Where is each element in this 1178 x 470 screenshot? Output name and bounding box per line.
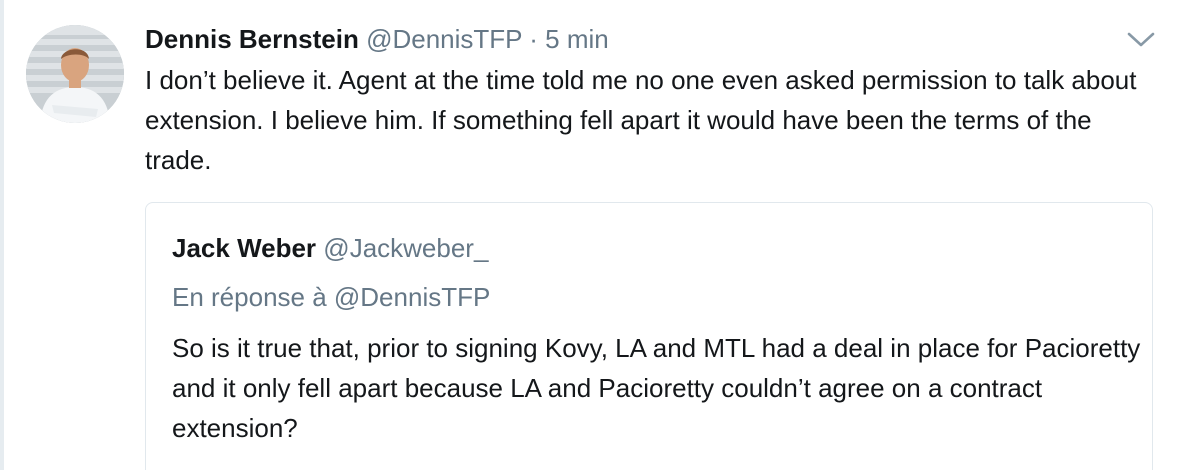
- avatar[interactable]: [26, 25, 124, 123]
- quoted-tweet[interactable]: Jack Weber @Jackweber_ En réponse à @Den…: [145, 202, 1153, 470]
- tweet[interactable]: Dennis Bernstein @DennisTFP · 5 min I do…: [0, 0, 1178, 470]
- quoted-tweet-text: So is it true that, prior to signing Kov…: [172, 333, 1141, 443]
- chevron-down-icon: [1127, 32, 1155, 47]
- reply-context: En réponse à @DennisTFP: [172, 282, 491, 312]
- header-separator: ·: [529, 24, 538, 54]
- quoted-author-handle: @Jackweber_: [323, 233, 489, 263]
- tweet-text: I don’t believe it. Agent at the time to…: [145, 65, 1137, 175]
- profile-photo-icon: [26, 25, 124, 123]
- tweet-menu-button[interactable]: [1124, 28, 1158, 52]
- quoted-author-name: Jack Weber: [172, 233, 317, 263]
- author-name[interactable]: Dennis Bernstein: [145, 24, 359, 54]
- tweet-header: Dennis Bernstein @DennisTFP · 5 min: [145, 22, 609, 56]
- timestamp[interactable]: 5 min: [545, 24, 609, 54]
- quoted-tweet-header: Jack Weber @Jackweber_: [172, 231, 488, 265]
- author-handle[interactable]: @DennisTFP: [366, 24, 522, 54]
